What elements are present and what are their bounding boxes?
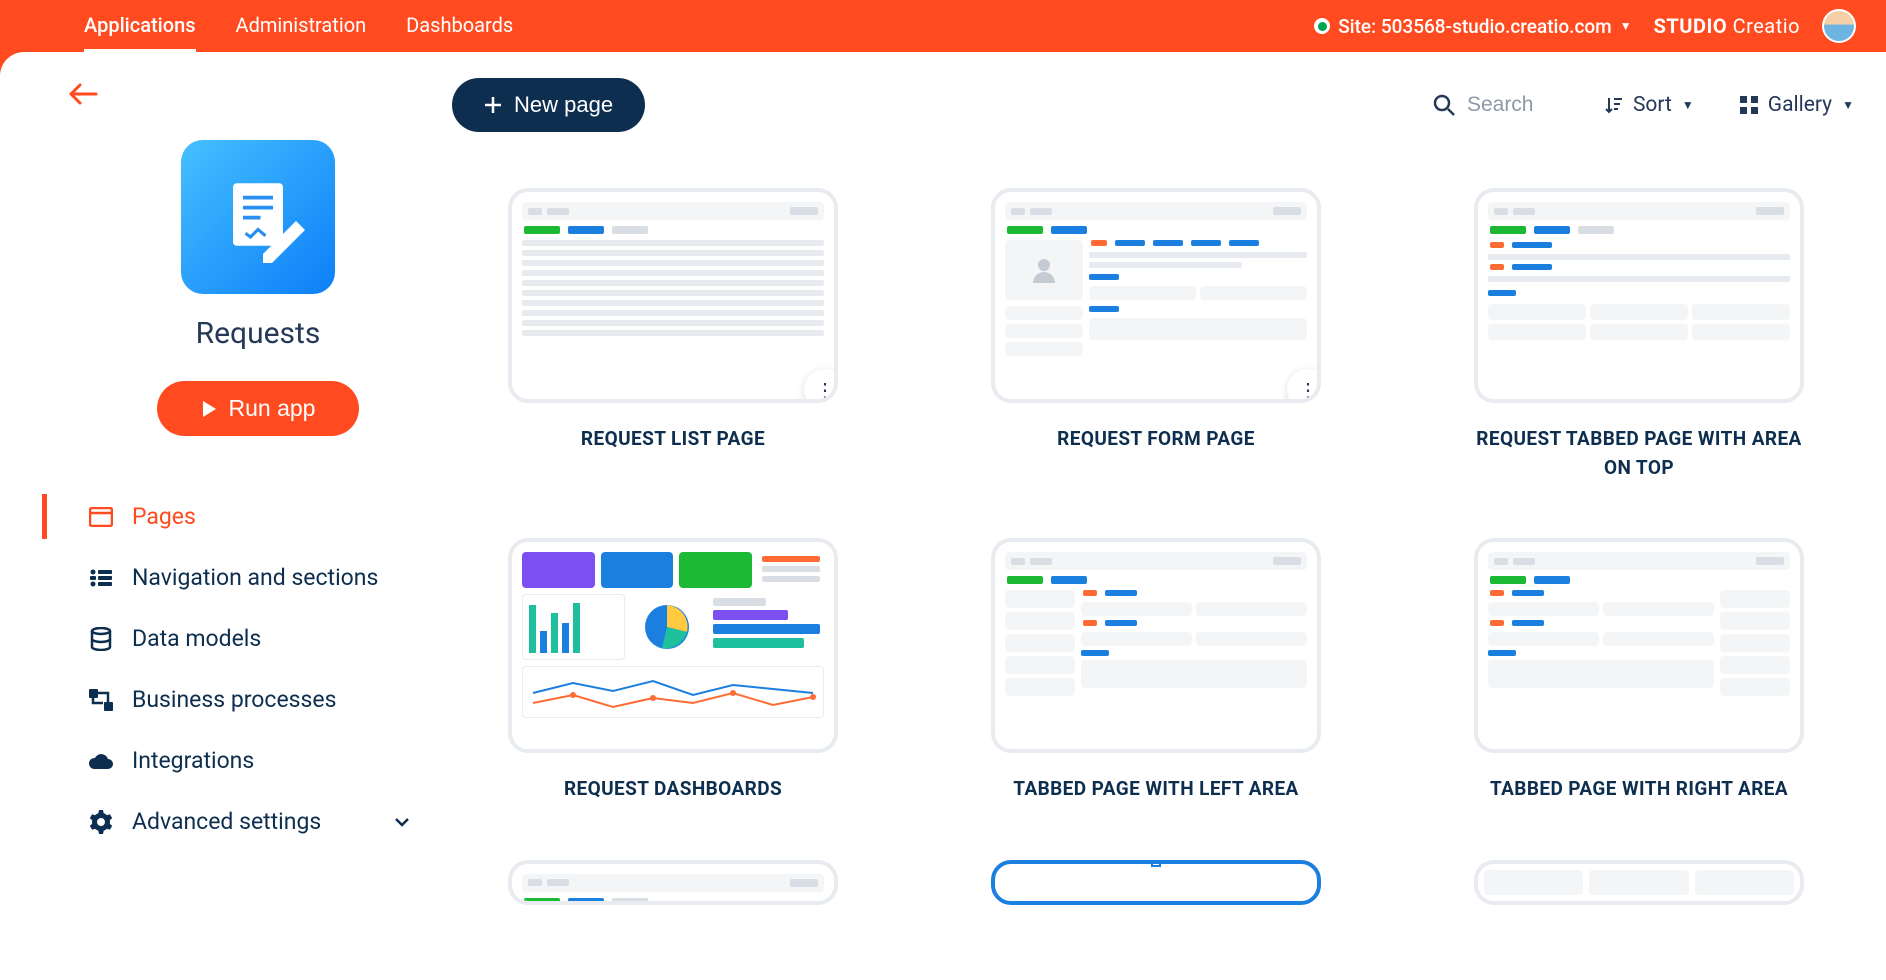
- nav-advanced-settings[interactable]: Advanced settings: [68, 791, 448, 852]
- process-icon: [88, 687, 114, 713]
- new-page-button[interactable]: New page: [452, 78, 645, 132]
- card-grid: ⋮ REQUEST LIST PAGE: [448, 188, 1854, 967]
- view-dropdown[interactable]: Gallery ▼: [1740, 93, 1854, 117]
- card-partial-1[interactable]: [508, 860, 838, 927]
- plus-icon: [484, 96, 502, 114]
- site-dropdown[interactable]: Site: 503568-studio.creatio.com ▼: [1314, 15, 1631, 38]
- sort-icon: [1605, 96, 1623, 114]
- left-rail-cover: [0, 52, 42, 980]
- chevron-down-icon: [394, 817, 410, 827]
- card-thumbnail: [991, 860, 1321, 905]
- card-title: REQUEST FORM PAGE: [991, 425, 1321, 454]
- back-arrow-button[interactable]: [68, 82, 98, 106]
- chevron-down-icon: ▼: [1842, 98, 1854, 112]
- nav-label: Pages: [132, 503, 196, 530]
- nav-label: Integrations: [132, 747, 254, 774]
- card-title: REQUEST TABBED PAGE WITH AREA ON TOP: [1474, 425, 1804, 482]
- chevron-down-icon: ▼: [1620, 19, 1632, 33]
- site-label: Site: 503568-studio.creatio.com: [1338, 15, 1611, 38]
- sort-label: Sort: [1633, 93, 1672, 117]
- tab-dashboards[interactable]: Dashboards: [406, 1, 513, 52]
- nav-pages[interactable]: Pages: [68, 486, 448, 547]
- status-dot-icon: [1314, 18, 1330, 34]
- nav-business-processes[interactable]: Business processes: [68, 669, 448, 730]
- card-thumbnail: [1474, 188, 1804, 403]
- database-icon: [88, 626, 114, 652]
- sort-dropdown[interactable]: Sort ▼: [1605, 93, 1694, 117]
- new-page-label: New page: [514, 92, 613, 118]
- card-request-list[interactable]: ⋮ REQUEST LIST PAGE: [508, 188, 838, 482]
- toolbar: New page Sort ▼ Gallery ▼: [448, 78, 1854, 132]
- nav-label: Navigation and sections: [132, 564, 378, 591]
- card-tabbed-left[interactable]: TABBED PAGE WITH LEFT AREA: [991, 538, 1321, 804]
- main-content: New page Sort ▼ Gallery ▼: [448, 52, 1886, 980]
- run-app-label: Run app: [229, 395, 316, 422]
- search-box[interactable]: [1433, 93, 1559, 117]
- chevron-down-icon: ▼: [1682, 98, 1694, 112]
- nav-navigation[interactable]: Navigation and sections: [68, 547, 448, 608]
- card-title: REQUEST DASHBOARDS: [508, 775, 838, 804]
- cloud-icon: [88, 748, 114, 774]
- user-avatar[interactable]: [1822, 9, 1856, 43]
- card-partial-3[interactable]: [1474, 860, 1804, 927]
- tab-applications[interactable]: Applications: [84, 1, 196, 52]
- app-name: Requests: [103, 316, 413, 351]
- nav-data-models[interactable]: Data models: [68, 608, 448, 669]
- card-thumbnail: ⋮: [991, 188, 1321, 403]
- edit-icon: [257, 202, 317, 276]
- play-icon: [201, 400, 217, 418]
- card-thumbnail: ⋮: [508, 188, 838, 403]
- nav-label: Advanced settings: [132, 808, 321, 835]
- card-dashboards[interactable]: REQUEST DASHBOARDS: [508, 538, 838, 804]
- search-icon: [1433, 94, 1455, 116]
- card-tabbed-right[interactable]: TABBED PAGE WITH RIGHT AREA: [1474, 538, 1804, 804]
- card-title: TABBED PAGE WITH LEFT AREA: [991, 775, 1321, 804]
- card-thumbnail: [1474, 860, 1804, 905]
- search-input[interactable]: [1467, 93, 1559, 117]
- gallery-icon: [1740, 96, 1758, 114]
- run-app-button[interactable]: Run app: [157, 381, 360, 436]
- card-title: REQUEST LIST PAGE: [508, 425, 838, 454]
- card-request-form[interactable]: ⋮ REQUEST FORM PAGE: [991, 188, 1321, 482]
- view-label: Gallery: [1768, 93, 1832, 117]
- list-icon: [88, 565, 114, 591]
- sidebar: Requests Run app Pages Navigation and se…: [42, 52, 448, 980]
- card-tabbed-top[interactable]: REQUEST TABBED PAGE WITH AREA ON TOP: [1474, 188, 1804, 482]
- brand-logo: STUDIO Creatio: [1654, 14, 1800, 38]
- page-icon: [88, 504, 114, 530]
- gear-icon: [88, 809, 114, 835]
- card-partial-2[interactable]: [991, 860, 1321, 927]
- tab-administration[interactable]: Administration: [236, 1, 367, 52]
- card-thumbnail: [508, 538, 838, 753]
- card-thumbnail: [1474, 538, 1804, 753]
- nav-label: Business processes: [132, 686, 336, 713]
- card-more-button[interactable]: ⋮: [804, 369, 838, 403]
- workspace: Requests Run app Pages Navigation and se…: [42, 52, 1886, 980]
- topbar: Applications Administration Dashboards S…: [42, 0, 1886, 52]
- selection-handle[interactable]: [991, 860, 998, 867]
- app-icon[interactable]: [181, 140, 335, 294]
- nav-integrations[interactable]: Integrations: [68, 730, 448, 791]
- selection-handle[interactable]: [1314, 860, 1321, 867]
- card-thumbnail: [991, 538, 1321, 753]
- card-thumbnail: [508, 860, 838, 905]
- selection-handle[interactable]: [1151, 860, 1161, 867]
- nav-label: Data models: [132, 625, 261, 652]
- card-title: TABBED PAGE WITH RIGHT AREA: [1474, 775, 1804, 804]
